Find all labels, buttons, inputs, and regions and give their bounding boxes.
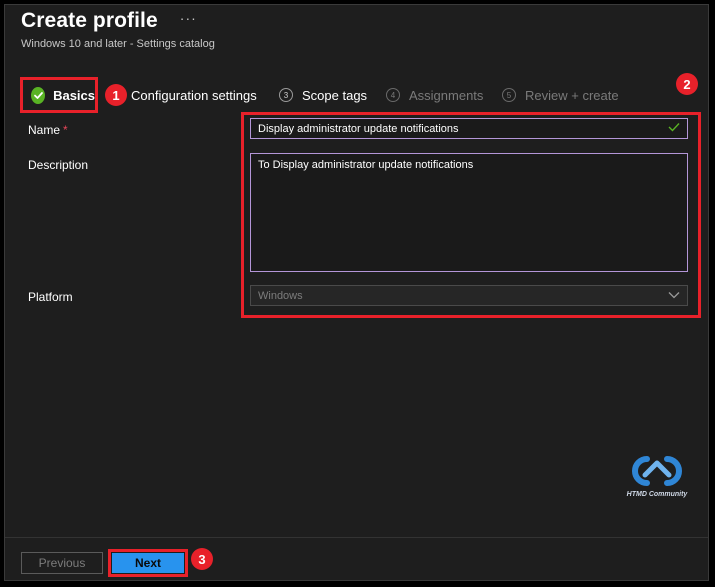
more-options-icon[interactable]: ··· [180,10,197,26]
name-label-text: Name [28,123,61,137]
tab-configuration-settings-label: Configuration settings [131,87,257,103]
tab-assignments[interactable]: 4 Assignments [386,77,483,113]
chevron-down-icon [668,290,680,302]
page-subtitle: Windows 10 and later - Settings catalog [21,38,215,50]
callout-badge-3: 3 [191,548,213,570]
next-button[interactable]: Next [112,553,184,573]
next-button-highlight: Next [108,549,188,577]
platform-dropdown[interactable]: Windows [250,285,688,306]
description-value: To Display administrator update notifica… [258,159,474,171]
create-profile-panel: Create profile ··· Windows 10 and later … [4,4,709,581]
logo-text: HTMD Community [626,491,688,498]
platform-selected-value: Windows [258,289,303,302]
description-textarea[interactable]: To Display administrator update notifica… [250,153,688,272]
name-input[interactable]: Display administrator update notificatio… [250,118,688,139]
platform-label: Platform [28,290,73,304]
tab-scope-tags-label: Scope tags [302,87,368,103]
htmd-community-logo: HTMD Community [625,453,689,503]
wizard-steps: Basics 1 Configuration settings 3 Scope … [5,77,708,113]
previous-button[interactable]: Previous [21,552,103,574]
check-circle-icon [31,86,46,104]
tab-review-create[interactable]: 5 Review + create [502,77,619,113]
step-number-3: 3 [279,88,293,102]
tab-assignments-label: Assignments [409,87,484,103]
name-label: Name * [28,123,68,137]
step-number-4: 4 [386,88,400,102]
step-number-5: 5 [502,88,516,102]
title-row: Create profile ··· [21,9,197,33]
callout-badge-2: 2 [676,73,698,95]
page-title: Create profile [21,9,158,32]
tab-basics[interactable]: Basics [20,77,98,113]
tab-configuration-settings[interactable]: Configuration settings [131,77,257,113]
tab-basics-label: Basics [53,87,95,103]
description-label: Description [28,158,89,172]
valid-check-icon [668,122,680,135]
callout-badge-1: 1 [105,84,127,106]
htmd-logo-icon [632,456,682,486]
required-asterisk: * [63,123,68,137]
name-input-value: Display administrator update notificatio… [258,122,459,135]
tab-review-create-label: Review + create [525,87,619,103]
footer-bar: Previous Next 3 [5,537,708,583]
tab-scope-tags[interactable]: 3 Scope tags [279,77,367,113]
